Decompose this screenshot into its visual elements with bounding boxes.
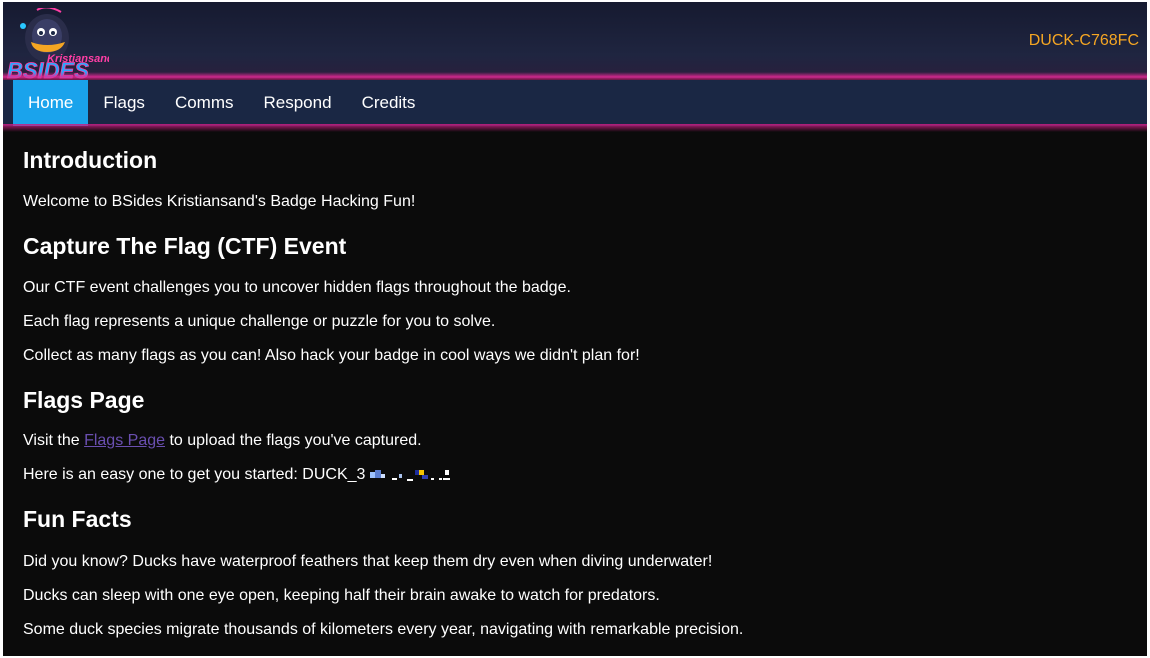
site-header: Kristiansand BSIDES DUCK-C768FC [3,2,1147,80]
header-glow-divider [3,72,1147,80]
flags-visit-suffix: to upload the flags you've captured. [165,432,422,449]
ctf-paragraph: Our CTF event challenges you to uncover … [23,279,571,296]
main-nav: Home Flags Comms Respond Credits [3,80,1147,126]
intro-text: Welcome to BSides Kristiansand's Badge H… [23,193,416,210]
ctf-paragraph: Each flag represents a unique challenge … [23,313,496,330]
nav-list: Home Flags Comms Respond Credits [13,80,430,126]
nav-glow-divider [3,124,1147,132]
fun-fact: Ducks can sleep with one eye open, keepi… [23,587,660,604]
device-id: DUCK-C768FC [1028,32,1139,49]
flags-page-link[interactable]: Flags Page [84,432,165,449]
ctf-paragraph: Collect as many flags as you can! Also h… [23,347,640,364]
flags-visit-text: Visit the Flags Page to upload the flags… [23,431,422,451]
nav-item-credits[interactable]: Credits [347,80,431,126]
starter-flag-text: Here is an easy one to get you started: … [23,465,457,485]
nav-item-flags[interactable]: Flags [88,80,160,126]
nav-item-home[interactable]: Home [13,80,89,126]
flags-heading: Flags Page [23,387,145,413]
nav-item-respond[interactable]: Respond [249,80,347,126]
fun-facts-heading: Fun Facts [23,506,132,532]
fun-fact: Some duck species migrate thousands of k… [23,621,744,638]
page-frame: Kristiansand BSIDES DUCK-C768FC Home Fla… [3,2,1147,656]
intro-heading: Introduction [23,147,158,173]
redacted-flag-pixels [365,466,457,482]
bsides-kristiansand-logo[interactable]: Kristiansand BSIDES [7,8,109,80]
nav-item-comms[interactable]: Comms [160,80,249,126]
starter-flag-label: Here is an easy one to get you started: … [23,466,366,483]
flags-visit-prefix: Visit the [23,432,85,449]
ctf-heading: Capture The Flag (CTF) Event [23,233,347,259]
fun-fact: Did you know? Ducks have waterproof feat… [23,553,713,570]
